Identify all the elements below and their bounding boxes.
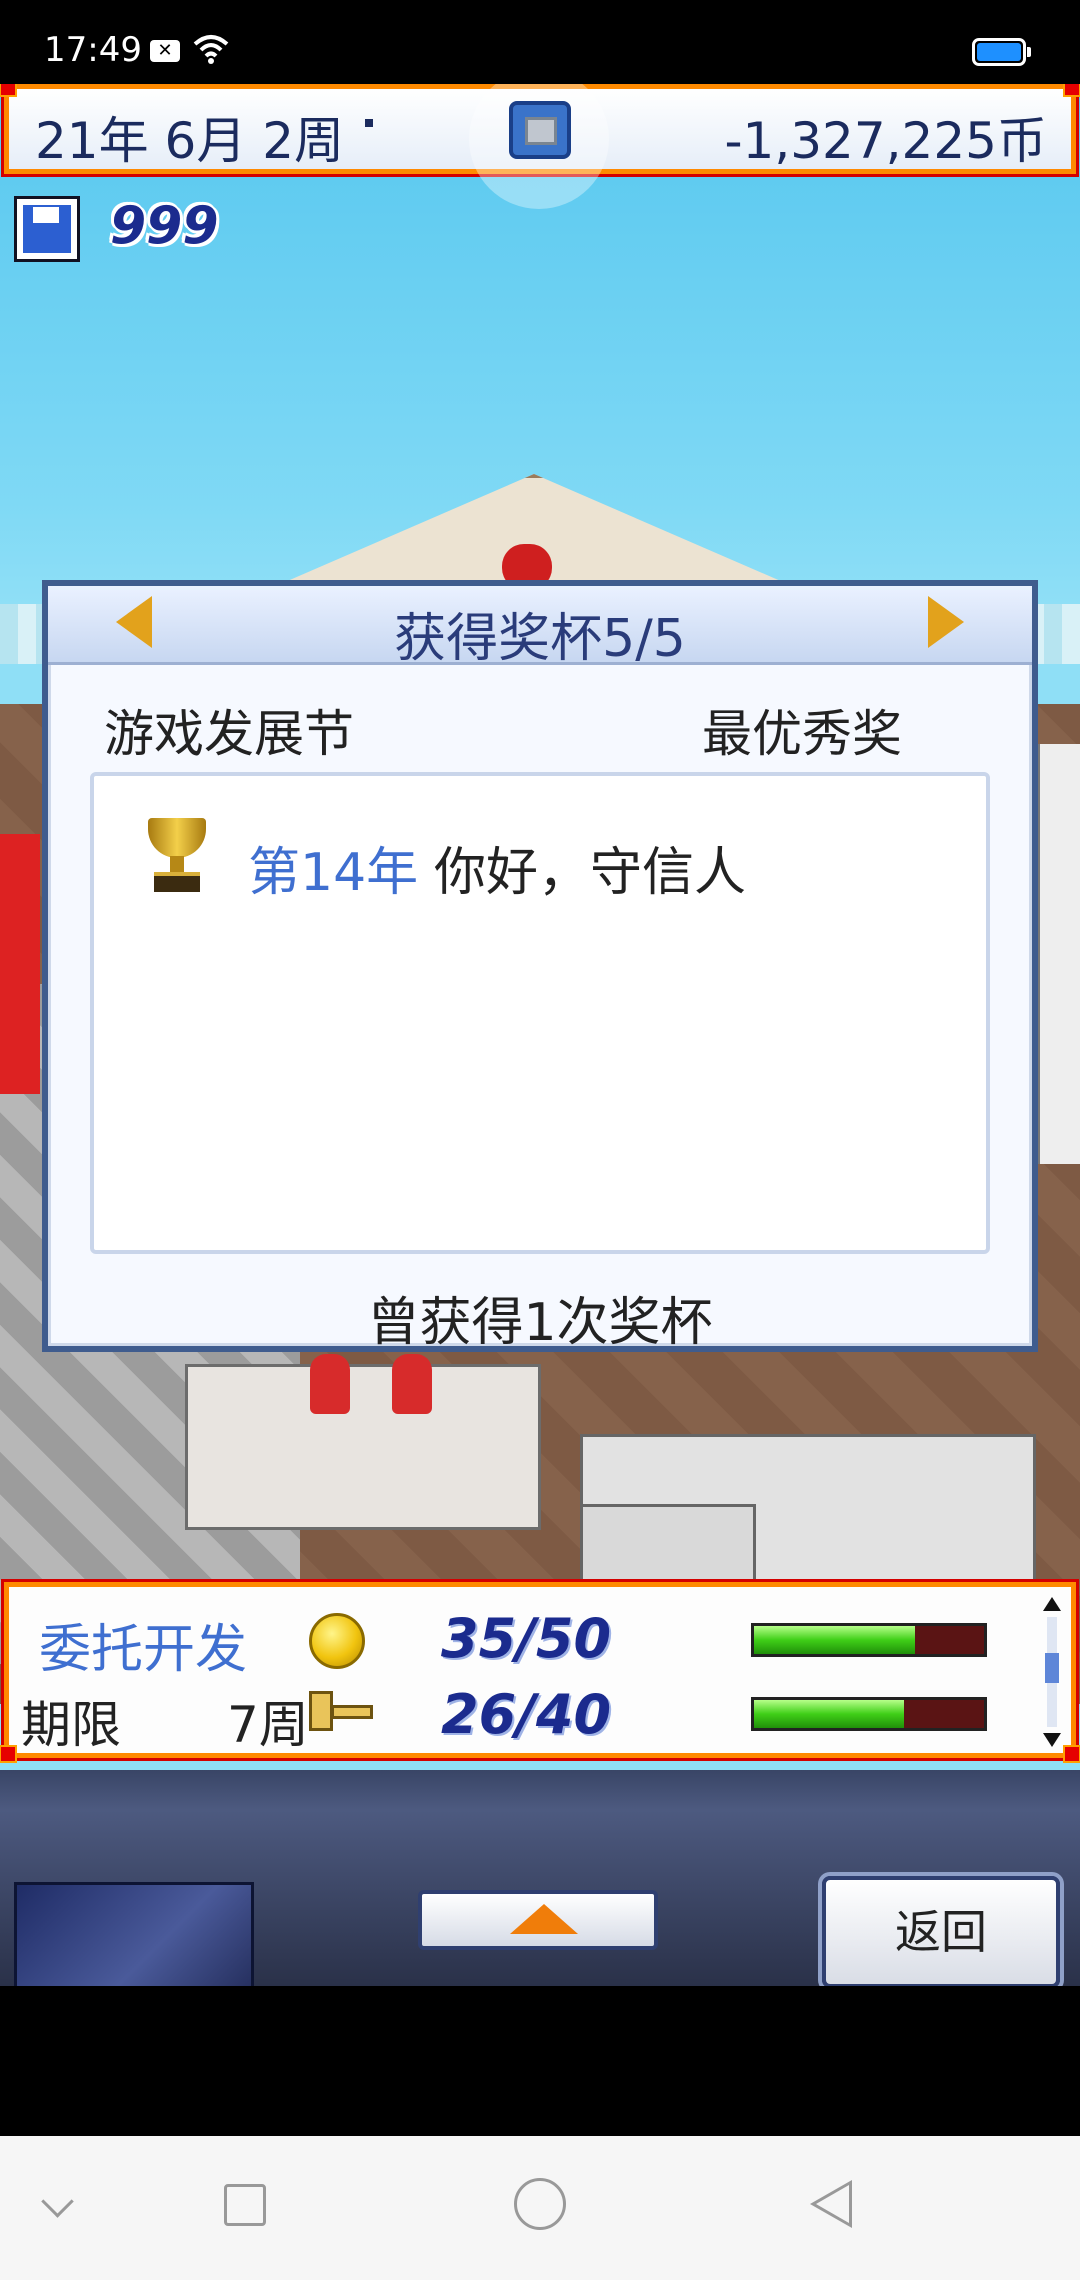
primary-progress-fill xyxy=(754,1626,915,1654)
entry-game-title: 你好，守信人 xyxy=(434,843,747,903)
next-arrow-icon[interactable] xyxy=(928,596,964,648)
up-arrow-icon xyxy=(510,1904,578,1934)
battery-icon xyxy=(972,38,1031,66)
wifi-icon xyxy=(193,35,229,64)
scroll-up-icon[interactable] xyxy=(1043,1597,1061,1611)
system-nav-bar xyxy=(0,2136,1080,2280)
back-button[interactable]: 返回 xyxy=(822,1876,1060,1986)
award-count: 曾获得1次奖杯 xyxy=(367,1293,713,1353)
deadline-value: 7周 xyxy=(227,1696,309,1754)
secondary-progress-fill xyxy=(754,1700,904,1728)
award-event: 游戏发展节 xyxy=(104,705,354,763)
staff-character[interactable] xyxy=(392,1354,432,1414)
coin-icon xyxy=(309,1613,365,1669)
award-list: 第14年 你好，守信人 xyxy=(90,772,990,1254)
status-bar: 17:49 ✕ xyxy=(0,0,1080,84)
award-dialog: 获得奖杯5/5 游戏发展节 最优秀奖 第14年 你好，守信人 曾获得1次奖杯 xyxy=(42,580,1038,1353)
entry-year: 第14年 xyxy=(248,843,419,903)
status-time: 17:49 xyxy=(44,30,142,70)
home-icon[interactable] xyxy=(514,2178,566,2230)
office-desk xyxy=(580,1504,756,1590)
top-info-bar: 21年 6月 2周 -1,327,225币 xyxy=(0,84,1080,209)
control-bar: 返回 xyxy=(0,1770,1080,1986)
game-date: 21年 6月 2周 xyxy=(35,112,345,170)
office-desk xyxy=(185,1364,541,1530)
expand-menu-button[interactable] xyxy=(418,1890,658,1950)
office-shelf xyxy=(1036,744,1080,1164)
panel-scrollbar[interactable] xyxy=(1041,1597,1063,1747)
scroll-thumb[interactable] xyxy=(1045,1653,1059,1683)
floppy-disk-icon xyxy=(14,196,80,262)
secondary-progress-bar xyxy=(751,1697,987,1731)
dialog-header: 获得奖杯5/5 xyxy=(48,586,1032,669)
menu-slot[interactable] xyxy=(14,1882,254,1986)
trophy-icon xyxy=(140,818,214,892)
primary-progress-bar xyxy=(751,1623,987,1657)
scroll-down-icon[interactable] xyxy=(1043,1733,1061,1747)
hide-nav-icon[interactable] xyxy=(41,2185,74,2218)
camera-icon[interactable] xyxy=(509,101,571,159)
vending-machine xyxy=(0,834,40,1094)
save-count: 999 xyxy=(110,196,219,256)
money-display: -1,327,225币 xyxy=(724,112,1047,170)
staff-character[interactable] xyxy=(310,1354,350,1414)
primary-progress: 35/50 xyxy=(441,1607,612,1670)
project-info-panel[interactable]: 委托开发 期限 7周 35/50 26/40 xyxy=(0,1579,1080,1763)
date-marker xyxy=(365,119,373,127)
dialog-title: 获得奖杯5/5 xyxy=(394,609,686,669)
back-icon[interactable] xyxy=(810,2180,852,2228)
recent-apps-icon[interactable] xyxy=(224,2184,266,2226)
game-screen: 21年 6月 2周 -1,327,225币 999 获得奖杯5/5 游戏发展节 … xyxy=(0,84,1080,1986)
notification-icon: ✕ xyxy=(150,40,180,62)
key-icon xyxy=(309,1691,375,1737)
deadline-label: 期限 xyxy=(21,1696,121,1754)
project-type: 委托开发 xyxy=(39,1620,248,1680)
award-prize: 最优秀奖 xyxy=(702,705,902,763)
secondary-progress: 26/40 xyxy=(441,1683,612,1746)
